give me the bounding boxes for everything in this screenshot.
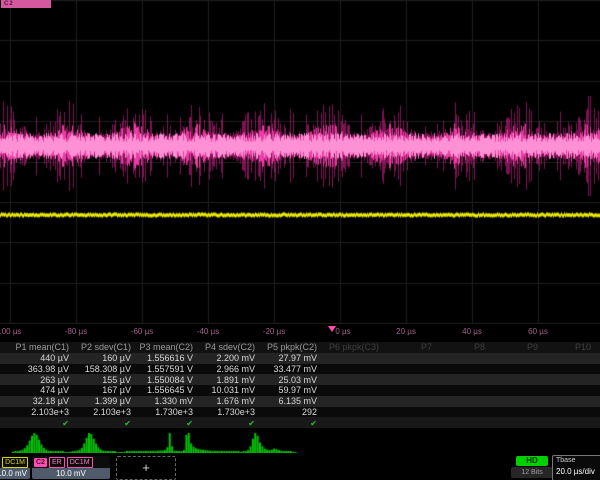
measurement-value: 2.966 mV bbox=[198, 364, 260, 374]
measurement-status-cell: ✔ bbox=[74, 418, 136, 428]
measurement-header[interactable]: P6 pkpk(C3) bbox=[322, 342, 384, 352]
histicon-p1 bbox=[12, 431, 69, 453]
measurement-value: 6.135 mV bbox=[260, 396, 322, 406]
measurement-value: 1.399 µV bbox=[74, 396, 136, 406]
c2-channel-chip: C2 bbox=[34, 458, 47, 467]
measurement-value: 1.730e+3 bbox=[198, 407, 260, 417]
c2-vertical-scale: 10.0 mV bbox=[32, 468, 110, 479]
measurement-header[interactable]: P11 bbox=[596, 342, 600, 352]
histicon-row bbox=[0, 430, 600, 454]
c1-coupling-chip: DC1M bbox=[2, 457, 28, 468]
c2-eres-chip: ER bbox=[49, 457, 65, 468]
measurement-table: P1 mean(C1)P2 sdev(C1)P3 mean(C2)P4 sdev… bbox=[0, 342, 600, 428]
measurement-value: 1.556645 V bbox=[136, 385, 198, 395]
oscilloscope-screen: C2 -100 µs -80 µs -60 µs -40 µs -20 µs 0 µs 20… bbox=[0, 0, 600, 480]
timebase-panel[interactable]: Tbase 20.0 µs/div bbox=[552, 455, 600, 480]
measurement-header[interactable]: P8 bbox=[437, 342, 490, 352]
measurement-header[interactable]: P3 mean(C2) bbox=[136, 342, 198, 352]
measurement-value: 363.98 µV bbox=[12, 364, 74, 374]
measurement-header[interactable]: P1 mean(C1) bbox=[12, 342, 74, 352]
measurement-value: 167 µV bbox=[74, 385, 136, 395]
channel-c1-descriptor-box[interactable]: DC1M 10.0 mV bbox=[0, 456, 30, 479]
channel-c2-descriptor-box[interactable]: C2 ER DC1M 10.0 mV bbox=[32, 456, 110, 479]
measurement-status-cell: ✔ bbox=[260, 418, 322, 428]
timebase-label: Tbase bbox=[553, 456, 600, 466]
measurement-value: 474 µV bbox=[12, 385, 74, 395]
measurement-value: 32.18 µV bbox=[12, 396, 74, 406]
measurement-value-row: 2.103e+32.103e+31.730e+31.730e+3292 bbox=[0, 407, 600, 418]
histicon-p2 bbox=[69, 431, 126, 453]
measurement-value: 33.477 mV bbox=[260, 364, 322, 374]
measurement-value: 27.97 mV bbox=[260, 353, 322, 363]
c2-trace-badge: C2 bbox=[1, 0, 51, 8]
measurement-status-cell: ✔ bbox=[12, 418, 74, 428]
measurement-status-check: ✔ bbox=[124, 419, 131, 428]
waveform-display bbox=[0, 0, 600, 324]
waveform-grid: C2 bbox=[0, 0, 600, 324]
measurement-value: 2.103e+3 bbox=[12, 407, 74, 417]
measurement-header[interactable]: P7 bbox=[384, 342, 437, 352]
measurement-value-row: 363.98 µV158.308 µV1.557591 V2.966 mV33.… bbox=[0, 364, 600, 375]
measurement-value: 1.330 mV bbox=[136, 396, 198, 406]
time-axis-label: 60 µs bbox=[528, 327, 548, 336]
measurement-value: 292 bbox=[260, 407, 322, 417]
time-axis-label: -40 µs bbox=[197, 327, 219, 336]
measurement-value-row: 474 µV167 µV1.556645 V10.031 mV59.97 mV bbox=[0, 385, 600, 396]
hd-mode-badge: HD bbox=[516, 456, 548, 466]
histicon-p4 bbox=[183, 431, 240, 453]
measurement-header[interactable]: P10 bbox=[543, 342, 596, 352]
measurement-value-row: 440 µV160 µV1.556616 V2.200 mV27.97 mV bbox=[0, 353, 600, 364]
c1-vertical-scale: 10.0 mV bbox=[0, 468, 30, 479]
time-axis: -100 µs -80 µs -60 µs -40 µs -20 µs 0 µs 20 µs… bbox=[0, 324, 600, 340]
resolution-bits-label: 12 Bits bbox=[511, 467, 553, 478]
measurement-value: 1.730e+3 bbox=[136, 407, 198, 417]
time-axis-label: -100 µs bbox=[0, 327, 21, 336]
measurement-value: 155 µV bbox=[74, 375, 136, 385]
histicon-p5 bbox=[240, 431, 297, 453]
measurement-header[interactable]: P5 pkpk(C2) bbox=[260, 342, 322, 352]
measurement-value: 1.557591 V bbox=[136, 364, 198, 374]
trigger-position-marker[interactable] bbox=[328, 326, 336, 332]
c2-coupling-chip: DC1M bbox=[67, 457, 93, 468]
measurement-value: 59.97 mV bbox=[260, 385, 322, 395]
measurement-value: 440 µV bbox=[12, 353, 74, 363]
time-axis-label: -60 µs bbox=[131, 327, 153, 336]
measurement-value-row: 32.18 µV1.399 µV1.330 mV1.676 mV6.135 mV bbox=[0, 396, 600, 407]
measurement-status-cell: ✔ bbox=[198, 418, 260, 428]
time-axis-label: -20 µs bbox=[263, 327, 285, 336]
time-axis-label: 20 µs bbox=[396, 327, 416, 336]
measurement-value: 1.676 mV bbox=[198, 396, 260, 406]
measurement-value: 263 µV bbox=[12, 375, 74, 385]
timebase-value: 20.0 µs/div bbox=[553, 466, 600, 477]
time-axis-label: -80 µs bbox=[65, 327, 87, 336]
measurement-status-cell: ✔ bbox=[136, 418, 198, 428]
measurement-header-row: P1 mean(C1)P2 sdev(C1)P3 mean(C2)P4 sdev… bbox=[0, 342, 600, 353]
measurement-value: 1.556616 V bbox=[136, 353, 198, 363]
measurement-value: 160 µV bbox=[74, 353, 136, 363]
measurement-value: 158.308 µV bbox=[74, 364, 136, 374]
time-axis-label: 0 µs bbox=[335, 327, 350, 336]
histicon-p3 bbox=[126, 431, 183, 453]
measurement-value: 25.03 mV bbox=[260, 375, 322, 385]
add-trace-button[interactable]: + bbox=[116, 456, 176, 480]
measurement-status-row: ✔ ✔ ✔ ✔ ✔ bbox=[0, 417, 600, 428]
measurement-status-check: ✔ bbox=[248, 419, 255, 428]
time-axis-label: 40 µs bbox=[462, 327, 482, 336]
measurement-status-check: ✔ bbox=[62, 419, 69, 428]
measurement-value: 1.550084 V bbox=[136, 375, 198, 385]
measurement-value: 1.891 mV bbox=[198, 375, 260, 385]
measurement-status-check: ✔ bbox=[310, 419, 317, 428]
measurement-value: 10.031 mV bbox=[198, 385, 260, 395]
measurement-header[interactable]: P4 sdev(C2) bbox=[198, 342, 260, 352]
measurement-value-row: 263 µV155 µV1.550084 V1.891 mV25.03 mV bbox=[0, 374, 600, 385]
measurement-value: 2.200 mV bbox=[198, 353, 260, 363]
bottom-status-bar: DC1M 10.0 mV C2 ER DC1M 10.0 mV + HD 12 … bbox=[0, 455, 600, 480]
measurement-status-check: ✔ bbox=[186, 419, 193, 428]
measurement-value: 2.103e+3 bbox=[74, 407, 136, 417]
measurement-header[interactable]: P2 sdev(C1) bbox=[74, 342, 136, 352]
measurement-header[interactable]: P9 bbox=[490, 342, 543, 352]
